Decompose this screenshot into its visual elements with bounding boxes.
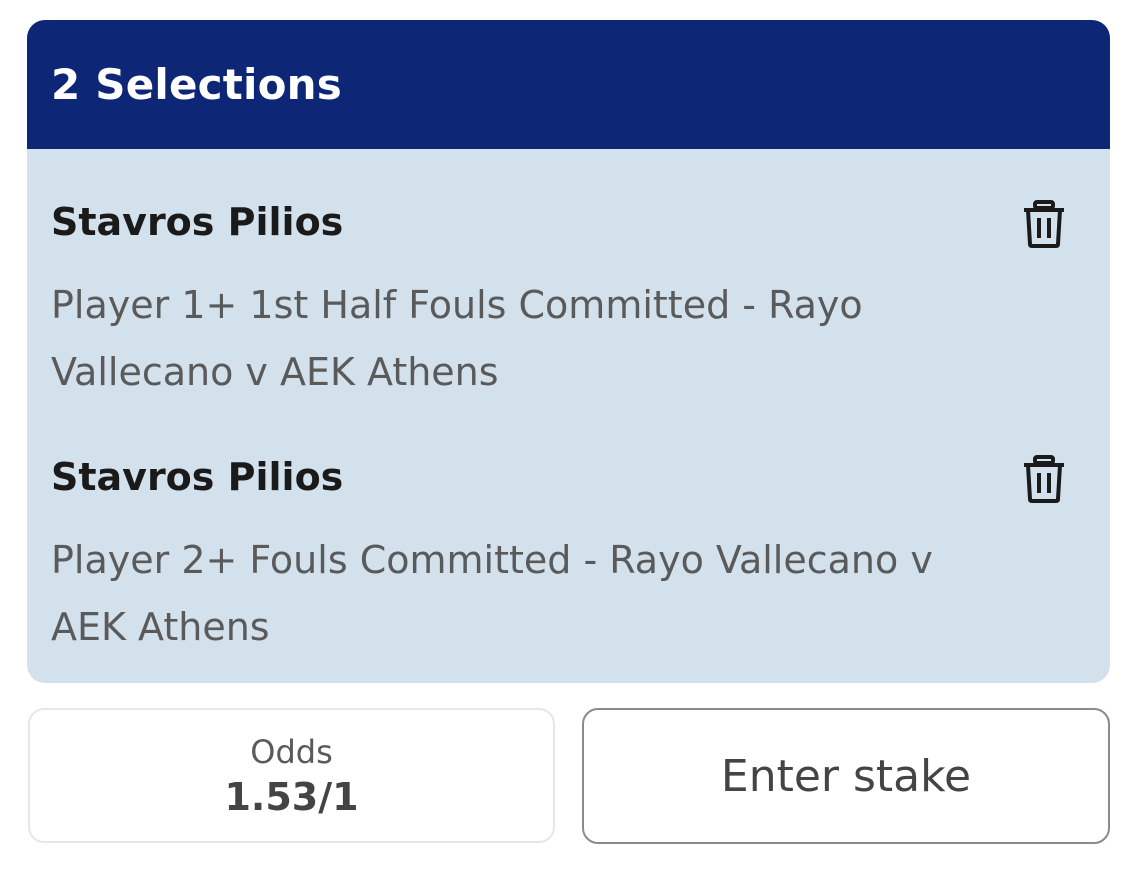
betslip-card: 2 Selections Stavros Pilios Player 1+ 1s… [27, 20, 1110, 683]
trash-icon[interactable] [1022, 455, 1066, 503]
selection-player-name: Stavros Pilios [51, 455, 344, 499]
selection-item: Stavros Pilios Player 1+ 1st Half Fouls … [51, 196, 1066, 406]
odds-display: Odds 1.53/1 [28, 708, 555, 843]
trash-icon[interactable] [1022, 200, 1066, 248]
selections-count-title: 2 Selections [51, 60, 342, 109]
selection-market-description: Player 1+ 1st Half Fouls Committed - Ray… [51, 283, 863, 394]
stake-input[interactable]: Enter stake [582, 708, 1110, 844]
odds-label: Odds [250, 733, 333, 771]
stake-placeholder: Enter stake [720, 750, 972, 802]
selection-market-description: Player 2+ Fouls Committed - Rayo Valleca… [51, 538, 933, 649]
betslip-header: 2 Selections [27, 20, 1110, 149]
selection-player-name: Stavros Pilios [51, 200, 344, 244]
odds-value: 1.53/1 [224, 775, 359, 819]
selection-item: Stavros Pilios Player 2+ Fouls Committed… [51, 451, 1066, 661]
